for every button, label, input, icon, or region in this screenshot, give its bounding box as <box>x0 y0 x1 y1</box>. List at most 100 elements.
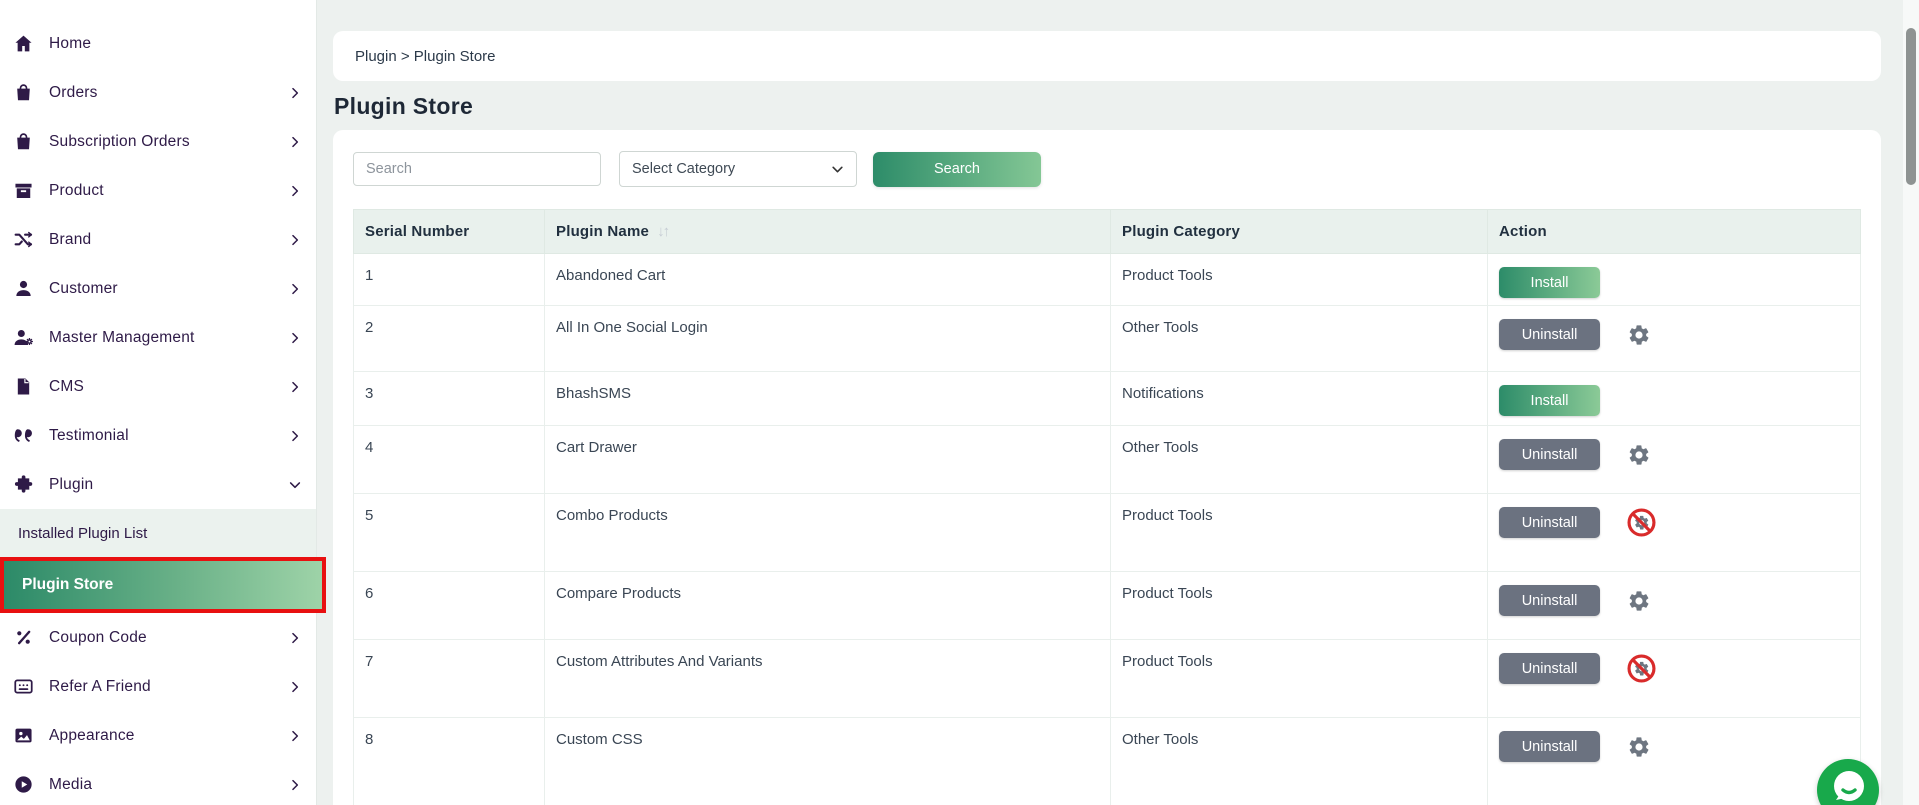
action-cell: Install <box>1488 254 1861 306</box>
column-header-label: Action <box>1499 223 1547 240</box>
plugin-name-cell: All In One Social Login <box>545 306 1111 372</box>
serial-number-cell: 6 <box>354 572 545 640</box>
chevron-right-icon <box>288 135 302 149</box>
sidebar-item-label: Media <box>49 776 92 794</box>
table-row: 7Custom Attributes And VariantsProduct T… <box>354 640 1861 718</box>
sidebar-item-subscription-orders[interactable]: Subscription Orders <box>0 117 316 166</box>
table-row: 6Compare ProductsProduct ToolsUninstall <box>354 572 1861 640</box>
card-icon <box>13 676 34 697</box>
chevron-right-icon <box>288 631 302 645</box>
filter-row: Select Category Search <box>353 151 1861 187</box>
action-cell: Uninstall <box>1488 306 1861 372</box>
search-button[interactable]: Search <box>873 152 1041 187</box>
annotation-highlight-box: Plugin Store <box>0 557 326 613</box>
settings-disabled-icon[interactable] <box>1627 508 1656 537</box>
plugin-store-card: Select Category Search Serial NumberPlug… <box>333 130 1881 805</box>
chevron-right-icon <box>288 429 302 443</box>
chevron-right-icon <box>288 331 302 345</box>
sidebar-item-customer[interactable]: Customer <box>0 264 316 313</box>
person-gear-icon <box>13 327 34 348</box>
breadcrumb-text: Plugin > Plugin Store <box>355 48 496 65</box>
plugin-name-cell: Custom CSS <box>545 718 1111 805</box>
plugin-category-cell: Notifications <box>1111 372 1488 426</box>
sidebar-item-label: Testimonial <box>49 427 129 445</box>
column-header-plugin-name[interactable]: Plugin Name↓↑ <box>545 210 1111 254</box>
settings-gear-icon[interactable] <box>1627 589 1651 613</box>
scrollbar-thumb[interactable] <box>1906 28 1916 185</box>
chevron-right-icon <box>288 729 302 743</box>
chevron-down-icon <box>288 478 302 492</box>
sidebar-item-appearance[interactable]: Appearance <box>0 711 316 760</box>
action-cell: Uninstall <box>1488 718 1861 805</box>
box-icon <box>13 180 34 201</box>
sidebar-item-refer-a-friend[interactable]: Refer A Friend <box>0 662 316 711</box>
plugin-table: Serial NumberPlugin Name↓↑Plugin Categor… <box>353 209 1861 805</box>
chevron-right-icon <box>288 778 302 792</box>
uninstall-button[interactable]: Uninstall <box>1499 653 1600 684</box>
sidebar: Home OrdersSubscription Orders Product Bran… <box>0 0 317 805</box>
sidebar-item-media[interactable]: Media <box>0 760 316 805</box>
puzzle-icon <box>13 474 34 495</box>
plugin-category-cell: Product Tools <box>1111 640 1488 718</box>
table-row: 4Cart DrawerOther Tools Uninstall <box>354 426 1861 494</box>
sidebar-item-label: Home <box>49 35 91 53</box>
install-button[interactable]: Install <box>1499 267 1600 298</box>
sidebar-item-testimonial[interactable]: Testimonial <box>0 411 316 460</box>
file-icon <box>13 376 34 397</box>
sidebar-item-cms[interactable]: CMS <box>0 362 316 411</box>
settings-gear-icon[interactable] <box>1627 735 1651 759</box>
plugin-name-cell: Cart Drawer <box>545 426 1111 494</box>
play-icon <box>13 774 34 795</box>
serial-number-cell: 2 <box>354 306 545 372</box>
sidebar-item-label: CMS <box>49 378 84 396</box>
sort-arrows-icon[interactable]: ↓↑ <box>657 223 668 240</box>
settings-disabled-icon[interactable] <box>1627 654 1656 683</box>
column-header-serial-number: Serial Number <box>354 210 545 254</box>
table-row: 8Custom CSSOther ToolsUninstall <box>354 718 1861 805</box>
chat-bubble-icon <box>1817 759 1879 805</box>
sidebar-item-master-management[interactable]: Master Management <box>0 313 316 362</box>
plugin-name-cell: Custom Attributes And Variants <box>545 640 1111 718</box>
serial-number-cell: 4 <box>354 426 545 494</box>
page-title: Plugin Store <box>334 93 1919 120</box>
image-icon <box>13 725 34 746</box>
sidebar-item-label: Coupon Code <box>49 629 147 647</box>
chevron-right-icon <box>288 282 302 296</box>
category-select[interactable]: Select Category <box>619 151 857 187</box>
settings-gear-icon[interactable] <box>1627 323 1651 347</box>
search-input[interactable] <box>353 152 601 186</box>
action-cell: Uninstall <box>1488 494 1861 572</box>
chat-widget-button[interactable] <box>1817 759 1879 805</box>
plugin-name-cell: Compare Products <box>545 572 1111 640</box>
sidebar-subitem-plugin-store[interactable]: Plugin Store <box>4 561 322 609</box>
home-icon <box>13 33 34 54</box>
uninstall-button[interactable]: Uninstall <box>1499 507 1600 538</box>
sidebar-subitem-installed-plugin-list[interactable]: Installed Plugin List <box>0 509 316 557</box>
sidebar-item-brand[interactable]: Brand <box>0 215 316 264</box>
settings-gear-icon[interactable] <box>1627 443 1651 467</box>
uninstall-button[interactable]: Uninstall <box>1499 319 1600 350</box>
sidebar-item-label: Product <box>49 182 104 200</box>
sidebar-item-plugin[interactable]: Plugin <box>0 460 316 509</box>
sidebar-item-home[interactable]: Home <box>0 19 316 68</box>
uninstall-button[interactable]: Uninstall <box>1499 731 1600 762</box>
person-icon <box>13 278 34 299</box>
action-cell: Install <box>1488 372 1861 426</box>
action-cell: Uninstall <box>1488 426 1861 494</box>
uninstall-button[interactable]: Uninstall <box>1499 585 1600 616</box>
table-row: 1Abandoned CartProduct ToolsInstall <box>354 254 1861 306</box>
plugin-name-cell: Abandoned Cart <box>545 254 1111 306</box>
sidebar-item-label: Master Management <box>49 329 195 347</box>
chevron-right-icon <box>288 233 302 247</box>
uninstall-button[interactable]: Uninstall <box>1499 439 1600 470</box>
sidebar-item-coupon-code[interactable]: Coupon Code <box>0 613 316 662</box>
plugin-name-cell: Combo Products <box>545 494 1111 572</box>
plugin-category-cell: Other Tools <box>1111 426 1488 494</box>
scrollbar-track[interactable] <box>1903 0 1919 805</box>
install-button[interactable]: Install <box>1499 385 1600 416</box>
chevron-right-icon <box>288 380 302 394</box>
sidebar-item-product[interactable]: Product <box>0 166 316 215</box>
plugin-category-cell: Product Tools <box>1111 254 1488 306</box>
sidebar-item-orders[interactable]: Orders <box>0 68 316 117</box>
sidebar-item-label: Appearance <box>49 727 135 745</box>
